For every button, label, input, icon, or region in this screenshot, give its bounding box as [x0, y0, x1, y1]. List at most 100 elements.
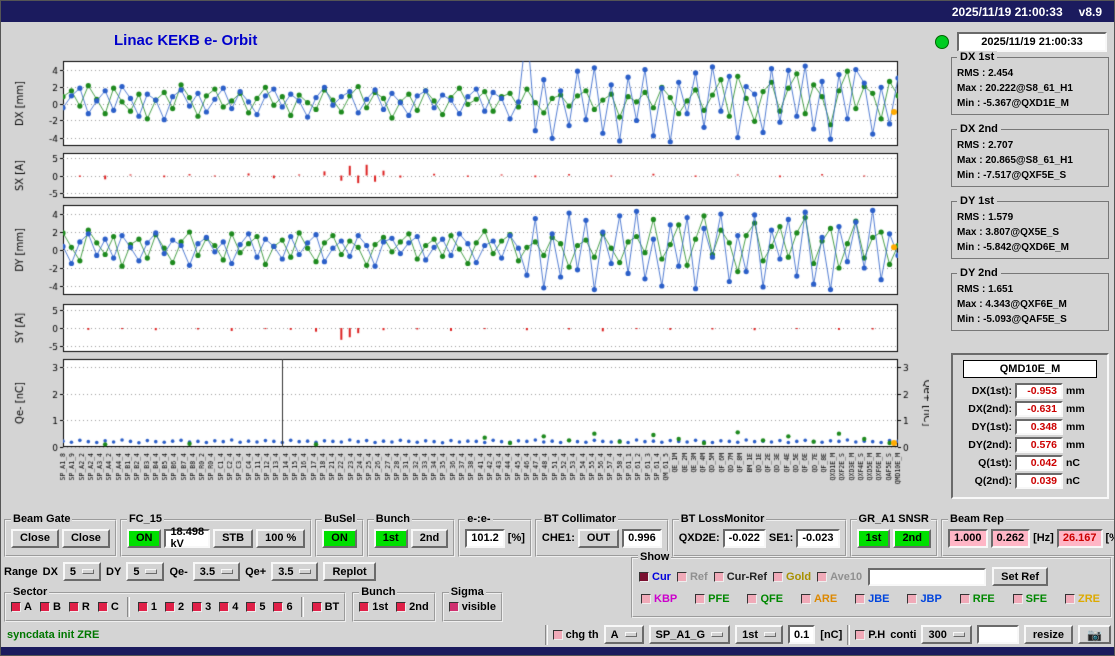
bunch-1st-button[interactable]: 1st — [374, 529, 408, 548]
bunch-bottom-group: Bunch 1st 2nd — [352, 592, 435, 622]
stats-rms: RMS : 1.579 — [957, 210, 1103, 225]
sector-bt-checkbox[interactable]: BT — [312, 601, 340, 613]
range-qep-dropdown[interactable]: 3.5 — [271, 562, 318, 581]
replot-button[interactable]: Replot — [323, 562, 375, 581]
se1-value: -0.023 — [796, 529, 839, 548]
ph-checkbox[interactable]: P.H — [855, 629, 885, 641]
beam-gate-close-button-2[interactable]: Close — [62, 529, 110, 548]
interval-dropdown[interactable]: 300 — [921, 625, 971, 644]
checkbox-icon — [69, 602, 79, 612]
show-zre-checkbox[interactable]: ZRE — [1065, 593, 1100, 605]
show-sfe-checkbox[interactable]: SFE — [1013, 593, 1047, 605]
checkbox-icon — [11, 602, 21, 612]
range-dx-dropdown[interactable]: 5 — [63, 562, 101, 581]
checkbox-icon — [219, 602, 229, 612]
checkbox-icon — [359, 602, 369, 612]
resize-button[interactable]: resize — [1024, 625, 1073, 644]
sector-2-checkbox[interactable]: 2 — [165, 601, 184, 613]
che1-out-button[interactable]: OUT — [578, 529, 619, 548]
beam-gate-title: Beam Gate — [11, 513, 72, 525]
che1-label: CHE1: — [542, 532, 575, 544]
show-pfe-checkbox[interactable]: PFE — [695, 593, 729, 605]
option-menu-dash — [299, 569, 311, 574]
checkbox-icon — [98, 602, 108, 612]
sigma-visible-checkbox[interactable]: visible — [449, 601, 496, 613]
bunch-2nd-button[interactable]: 2nd — [411, 529, 449, 548]
fc15-percent-button[interactable]: 100 % — [256, 529, 305, 548]
checkbox-icon — [312, 602, 322, 612]
checkbox-icon — [747, 594, 757, 604]
busel-on-button[interactable]: ON — [322, 529, 357, 548]
show-ref-checkbox[interactable]: Ref — [677, 571, 708, 583]
option-menu-dash — [711, 632, 723, 637]
ref-name-input[interactable] — [868, 568, 986, 586]
checkbox-icon — [273, 602, 283, 612]
show-gold-checkbox[interactable]: Gold — [773, 571, 811, 583]
app-window: 2025/11/19 21:00:33 v8.9 Linac KEKB e- O… — [0, 0, 1115, 656]
bpm-monitor-name[interactable]: QMD10E_M — [963, 360, 1097, 378]
show-cur-checkbox[interactable]: Cur — [639, 571, 671, 583]
chg-th-checkbox[interactable]: chg th — [553, 629, 599, 641]
sector-3-checkbox[interactable]: 3 — [192, 601, 211, 613]
sector-c-checkbox[interactable]: C — [98, 601, 119, 613]
conti-label[interactable]: conti — [890, 629, 916, 641]
sector-4-checkbox[interactable]: 4 — [219, 601, 238, 613]
gr-snsr-1st-button[interactable]: 1st — [857, 529, 891, 548]
show-jbe-checkbox[interactable]: JBE — [855, 593, 889, 605]
bunch-top-group: Bunch 1st 2nd — [367, 519, 455, 557]
beam-rep-title: Beam Rep — [948, 513, 1006, 525]
ee-ratio-group: e-:e- 101.2 [%] — [458, 519, 532, 557]
monitor-label: Q(2nd): — [956, 475, 1012, 487]
beam-gate-close-button-1[interactable]: Close — [11, 529, 59, 548]
bpm-select-dropdown[interactable]: SP_A1_G — [649, 625, 731, 644]
range-dy-label: DY — [106, 566, 121, 578]
beam-status-indicator — [935, 35, 949, 49]
separator — [127, 597, 130, 617]
gr-snsr-2nd-button[interactable]: 2nd — [893, 529, 931, 548]
separator — [545, 625, 548, 645]
show-ave10-checkbox[interactable]: Ave10 — [817, 571, 862, 583]
option-menu-dash — [625, 632, 637, 637]
option-menu-dash — [953, 632, 965, 637]
show-rfe-checkbox[interactable]: RFE — [960, 593, 995, 605]
sector-a-checkbox[interactable]: A — [11, 601, 32, 613]
camera-icon: 📷 — [1087, 628, 1102, 642]
sector-1-checkbox[interactable]: 1 — [138, 601, 157, 613]
bunch-top-title: Bunch — [374, 513, 412, 525]
show-qfe-checkbox[interactable]: QFE — [747, 593, 783, 605]
monitor-value: 0.576 — [1015, 437, 1063, 453]
fc15-group: FC_15 ON 18.498 kV STB 100 % — [120, 519, 312, 557]
show-jbp-checkbox[interactable]: JBP — [907, 593, 941, 605]
screenshot-button[interactable]: 📷 — [1078, 625, 1111, 644]
range-dy-dropdown[interactable]: 5 — [126, 562, 164, 581]
sector-6-checkbox[interactable]: 6 — [273, 601, 292, 613]
checkbox-icon — [855, 594, 865, 604]
orbit-charts-canvas — [9, 59, 929, 511]
beam-rep-pct-unit: [%] — [1106, 532, 1115, 544]
threshold-value[interactable]: 0.1 — [788, 625, 815, 644]
sector-b-checkbox[interactable]: B — [40, 601, 61, 613]
stats-min: Min : -7.517@QXF5E_S — [957, 168, 1103, 183]
show-kbp-checkbox[interactable]: KBP — [641, 593, 677, 605]
show-cur-ref-checkbox[interactable]: Cur-Ref — [714, 571, 767, 583]
sector-select-dropdown[interactable]: A — [604, 625, 644, 644]
fc15-on-button[interactable]: ON — [127, 529, 162, 548]
count-field[interactable] — [977, 625, 1019, 644]
bunch-1st-checkbox[interactable]: 1st — [359, 601, 388, 613]
monitor-label: Q(1st): — [956, 457, 1012, 469]
show-title: Show — [638, 551, 671, 563]
bt-lossmonitor-title: BT LossMonitor — [679, 513, 767, 525]
sector-r-checkbox[interactable]: R — [69, 601, 90, 613]
range-qem-dropdown[interactable]: 3.5 — [193, 562, 240, 581]
checkbox-icon — [1065, 594, 1075, 604]
checkbox-icon — [907, 594, 917, 604]
sector-5-checkbox[interactable]: 5 — [246, 601, 265, 613]
fc15-stb-button[interactable]: STB — [213, 529, 253, 548]
set-ref-button[interactable]: Set Ref — [992, 567, 1048, 586]
show-are-checkbox[interactable]: ARE — [801, 593, 837, 605]
busel-group: BuSel ON — [315, 519, 364, 557]
bunch-select-dropdown[interactable]: 1st — [735, 625, 783, 644]
sigma-title: Sigma — [449, 586, 486, 598]
bunch-2nd-checkbox[interactable]: 2nd — [396, 601, 429, 613]
bt-collimator-title: BT Collimator — [542, 513, 618, 525]
